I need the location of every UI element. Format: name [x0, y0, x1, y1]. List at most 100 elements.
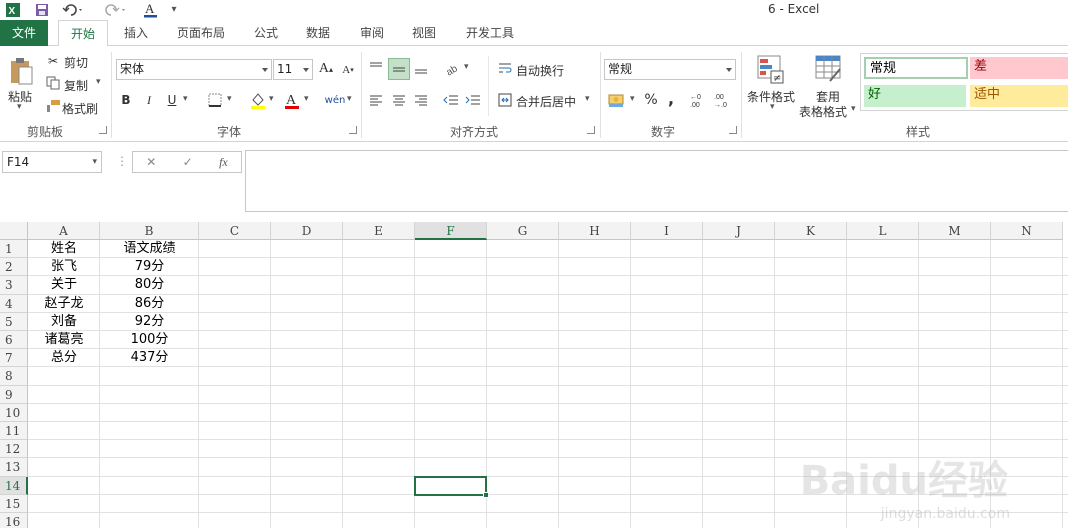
column-header-g[interactable]: G [487, 222, 559, 240]
conditional-dropdown-icon[interactable]: ▾ [770, 102, 775, 112]
align-center-icon[interactable] [390, 91, 408, 109]
conditional-formatting-icon[interactable]: ≠ [756, 54, 786, 86]
style-bad[interactable]: 差 [970, 57, 1068, 79]
cell-a7[interactable]: 总分 [28, 349, 100, 367]
row-header-15[interactable]: 15 [0, 494, 28, 513]
tab-page-layout[interactable]: 页面布局 [170, 20, 232, 46]
accounting-dropdown-icon[interactable]: ▾ [630, 94, 635, 104]
column-header-i[interactable]: I [631, 222, 703, 240]
style-neutral[interactable]: 适中 [970, 85, 1068, 107]
grow-font-icon[interactable]: A ▴ [318, 60, 334, 78]
column-header-j[interactable]: J [703, 222, 775, 240]
comma-style-button[interactable]: , [664, 88, 678, 108]
fill-handle[interactable] [483, 491, 489, 498]
fill-color-dropdown-icon[interactable]: ▾ [269, 94, 274, 104]
column-header-e[interactable]: E [343, 222, 415, 240]
column-header-m[interactable]: M [919, 222, 991, 240]
decrease-indent-icon[interactable] [442, 91, 460, 109]
row-header-9[interactable]: 9 [0, 385, 28, 404]
tab-data[interactable]: 数据 [300, 20, 336, 46]
cell-b6[interactable]: 100分 [100, 331, 199, 349]
cut-icon[interactable]: ✂ [44, 52, 62, 70]
copy-icon[interactable] [44, 74, 62, 92]
cancel-entry-icon[interactable]: ✕ [146, 155, 156, 169]
cell-b3[interactable]: 80分 [100, 276, 199, 294]
merge-dropdown-icon[interactable]: ▾ [585, 94, 590, 104]
cell-a5[interactable]: 刘备 [28, 313, 100, 331]
align-middle-icon[interactable] [388, 58, 410, 80]
cell-a3[interactable]: 关于 [28, 276, 100, 294]
fill-color-icon[interactable] [248, 90, 268, 110]
clipboard-launcher-icon[interactable] [99, 126, 107, 134]
column-header-h[interactable]: H [559, 222, 631, 240]
format-as-table-line2[interactable]: 表格格式 [799, 103, 847, 120]
merge-center-icon[interactable] [496, 91, 514, 109]
cell-b7[interactable]: 437分 [100, 349, 199, 367]
row-header-10[interactable]: 10 [0, 403, 28, 422]
row-header-6[interactable]: 6 [0, 331, 28, 350]
decrease-decimal-icon[interactable]: .00 →.0 [714, 90, 736, 110]
percent-style-button[interactable]: % [642, 90, 660, 110]
cell-b2[interactable]: 79分 [100, 258, 199, 276]
underline-dropdown-icon[interactable]: ▾ [183, 94, 188, 104]
increase-indent-icon[interactable] [464, 91, 482, 109]
column-header-k[interactable]: K [775, 222, 847, 240]
font-color-quick-icon[interactable]: A [140, 1, 162, 18]
align-top-icon[interactable] [367, 58, 385, 76]
row-header-11[interactable]: 11 [0, 422, 28, 441]
number-format-select[interactable]: 常规 [604, 59, 736, 80]
tab-developer[interactable]: 开发工具 [458, 20, 522, 46]
name-box-dropdown-icon[interactable]: ▾ [92, 152, 97, 172]
customize-quick-access-icon[interactable]: ▾ [168, 1, 180, 18]
cell-b1[interactable]: 语文成绩 [100, 240, 199, 258]
row-header-13[interactable]: 13 [0, 458, 28, 477]
column-header-f[interactable]: F [415, 222, 487, 240]
row-header-2[interactable]: 2 [0, 258, 28, 277]
paste-icon[interactable] [6, 54, 36, 88]
cell-a1[interactable]: 姓名 [28, 240, 100, 258]
phonetic-dropdown-icon[interactable]: ▾ [347, 94, 352, 104]
select-all-corner[interactable] [0, 222, 28, 240]
cell-a2[interactable]: 张飞 [28, 258, 100, 276]
bold-button[interactable]: B [118, 91, 134, 109]
column-header-d[interactable]: D [271, 222, 343, 240]
undo-icon[interactable] [60, 1, 88, 18]
column-header-n[interactable]: N [991, 222, 1063, 240]
cell-a6[interactable]: 诸葛亮 [28, 331, 100, 349]
copy-button[interactable]: 复制 [64, 77, 88, 94]
tab-review[interactable]: 审阅 [354, 20, 390, 46]
row-header-8[interactable]: 8 [0, 367, 28, 386]
style-good[interactable]: 好 [864, 85, 966, 107]
row-header-4[interactable]: 4 [0, 294, 28, 313]
formula-input[interactable] [245, 150, 1068, 212]
format-painter-icon[interactable] [44, 97, 62, 115]
confirm-entry-icon[interactable]: ✓ [183, 155, 193, 169]
row-header-14[interactable]: 14 [0, 476, 28, 495]
tab-view[interactable]: 视图 [406, 20, 442, 46]
font-launcher-icon[interactable] [349, 126, 357, 134]
row-header-7[interactable]: 7 [0, 349, 28, 368]
alignment-launcher-icon[interactable] [587, 126, 595, 134]
tab-file[interactable]: 文件 [0, 20, 48, 46]
cell-b4[interactable]: 86分 [100, 295, 199, 313]
column-header-c[interactable]: C [199, 222, 271, 240]
merge-center-button[interactable]: 合并后居中 [516, 93, 576, 110]
cut-button[interactable]: 剪切 [64, 54, 88, 71]
shrink-font-icon[interactable]: A ▾ [340, 62, 356, 78]
row-header-1[interactable]: 1 [0, 240, 28, 259]
phonetic-guide-icon[interactable]: wén [324, 90, 346, 110]
underline-button[interactable]: U [164, 91, 180, 109]
font-color-dropdown-icon[interactable]: ▾ [304, 94, 309, 104]
wrap-text-button[interactable]: 自动换行 [516, 62, 564, 79]
row-header-5[interactable]: 5 [0, 312, 28, 331]
font-size-select[interactable]: 11 [273, 59, 313, 80]
orientation-dropdown-icon[interactable]: ▾ [464, 62, 469, 72]
borders-icon[interactable] [205, 91, 225, 109]
font-color-icon[interactable]: A [282, 90, 302, 110]
worksheet-grid[interactable]: ABCDEFGHIJKLMN 1 2 3 4 5 6 7 8 9 10 11 12 13 14 15 16 姓… [0, 222, 1068, 528]
format-as-table-icon[interactable] [814, 54, 844, 86]
align-left-icon[interactable] [367, 91, 385, 109]
borders-dropdown-icon[interactable]: ▾ [227, 94, 232, 104]
number-launcher-icon[interactable] [729, 126, 737, 134]
increase-decimal-icon[interactable]: ←0.00 [690, 90, 712, 110]
